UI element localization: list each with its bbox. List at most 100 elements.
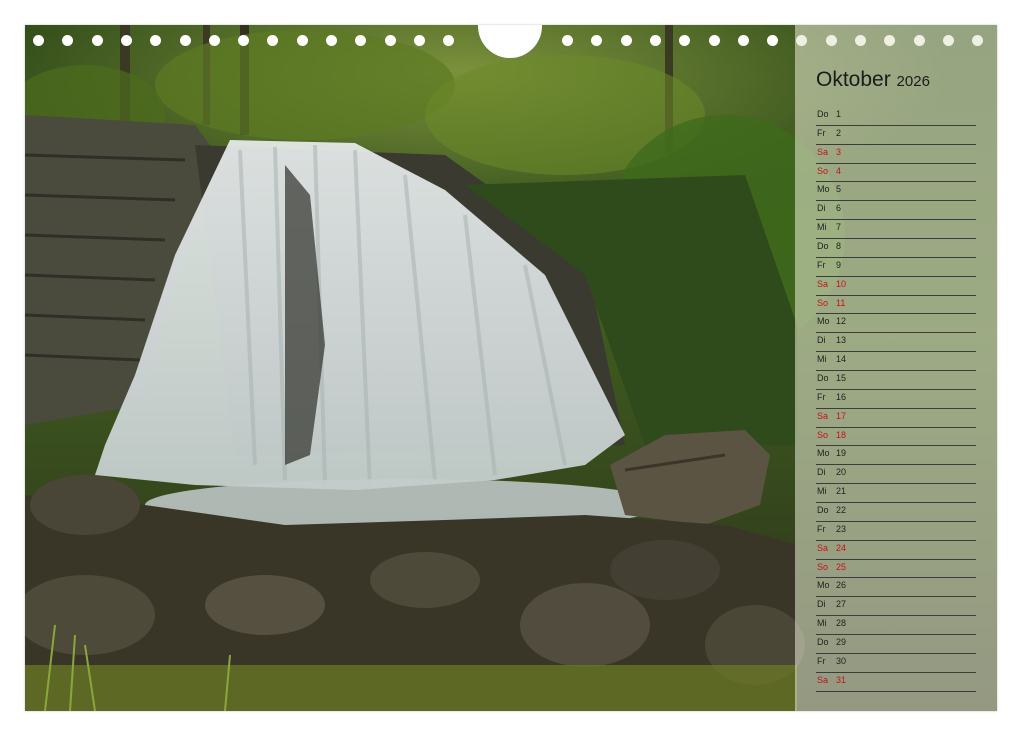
month-name: Oktober: [816, 68, 891, 91]
calendar-page: Oktober 2026 Do 1 Fr 2 Sa 3 So 4 Mo 5 Di 6 Mi 7 Do 8 Fr 9…: [25, 25, 997, 711]
binding-hole: [443, 35, 455, 46]
day-number: 6: [836, 203, 842, 214]
binding-hole: [326, 35, 337, 46]
day-number: 9: [836, 259, 842, 270]
weekday-label: Sa: [817, 674, 829, 685]
day-number: 11: [836, 297, 846, 308]
binding-hole: [384, 35, 396, 46]
day-number: 18: [836, 429, 847, 440]
binding-hole: [62, 35, 74, 46]
binding-hole: [737, 35, 749, 46]
day-number: 21: [836, 486, 847, 497]
weekday-label: Fr: [817, 259, 826, 270]
day-number: 20: [836, 467, 847, 478]
day-number: 1: [836, 109, 842, 119]
day-number: 27: [836, 599, 847, 610]
day-row: Do 22: [816, 503, 976, 522]
weekday-label: So: [817, 561, 829, 572]
binding-hole: [562, 35, 573, 46]
weekday-label: Do: [817, 241, 829, 252]
weekday-label: So: [817, 429, 829, 440]
binding-hole: [620, 35, 632, 46]
weekday-label: Mi: [817, 222, 827, 233]
day-number: 23: [836, 523, 847, 534]
day-number: 14: [836, 354, 847, 365]
day-row: Sa 31: [816, 673, 976, 692]
weekday-label: Sa: [817, 410, 829, 421]
binding-hole: [267, 35, 279, 46]
day-number: 17: [836, 410, 847, 421]
day-row: Do 8: [816, 239, 976, 258]
day-number: 3: [836, 146, 842, 157]
binding-hole: [767, 35, 779, 46]
weekday-label: So: [817, 297, 829, 308]
month-title: Oktober 2026: [816, 68, 930, 92]
day-number: 30: [836, 655, 847, 666]
binding-hole: [649, 35, 661, 46]
day-row: Mo 5: [816, 182, 976, 202]
day-row: Mi 7: [816, 220, 976, 240]
day-number: 2: [836, 127, 842, 138]
weekday-label: Fr: [817, 523, 826, 534]
day-row: Sa 17: [816, 409, 976, 428]
binding-hole: [355, 35, 367, 46]
day-row: Di 27: [816, 597, 976, 617]
binding-hole: [150, 35, 162, 46]
binding-hole: [238, 35, 250, 46]
binding-hole: [120, 35, 132, 46]
day-number: 15: [836, 373, 847, 384]
weekday-label: Mi: [817, 486, 827, 497]
calendar-panel: Oktober 2026 Do 1 Fr 2 Sa 3 So 4 Mo 5 Di 6 Mi 7 Do 8 Fr 9…: [795, 25, 997, 711]
day-row: Sa 10: [816, 277, 976, 296]
day-number: 31: [836, 674, 847, 685]
day-number: 24: [836, 542, 847, 553]
day-row: So 11: [816, 296, 976, 315]
day-number: 13: [836, 335, 847, 346]
weekday-label: Di: [817, 599, 826, 610]
day-row: Mo 26: [816, 578, 976, 598]
binding-hole: [591, 35, 603, 46]
day-row: Fr 2: [816, 126, 976, 145]
day-number: 22: [836, 505, 847, 516]
weekday-label: Mo: [817, 580, 830, 591]
year-label: 2026: [896, 73, 930, 90]
binding-hole: [296, 35, 308, 46]
weekday-label: Do: [817, 505, 829, 516]
day-row: Mo 19: [816, 446, 976, 466]
day-row: Do 29: [816, 635, 976, 654]
day-row: Di 6: [816, 201, 976, 221]
binding-hole: [413, 35, 425, 46]
day-number: 19: [836, 448, 847, 459]
weekday-label: Do: [817, 637, 829, 648]
weekday-label: Fr: [817, 127, 826, 138]
day-number: 10: [836, 278, 847, 289]
day-number: 26: [836, 580, 847, 591]
day-row: Fr 16: [816, 390, 976, 409]
weekday-label: Di: [817, 203, 826, 214]
weekday-label: Mo: [817, 184, 830, 195]
day-row: Mi 28: [816, 616, 976, 636]
day-row: Sa 3: [816, 145, 976, 164]
day-row: Mi 21: [816, 484, 976, 504]
day-row: Di 13: [816, 333, 976, 353]
day-row: So 25: [816, 560, 976, 579]
weekday-label: Mo: [817, 316, 830, 327]
weekday-label: So: [817, 165, 829, 176]
weekday-label: Sa: [817, 278, 829, 289]
weekday-label: Di: [817, 335, 826, 346]
binding-hole: [679, 35, 691, 46]
day-list: Do 1 Fr 2 Sa 3 So 4 Mo 5 Di 6 Mi 7 Do 8 Fr 9 Sa 10 So 11 Mo 12 D…: [816, 107, 976, 692]
weekday-label: Fr: [817, 655, 826, 666]
weekday-label: Do: [817, 373, 829, 384]
weekday-label: Di: [817, 467, 826, 478]
day-number: 7: [836, 222, 842, 233]
binding-hole: [33, 35, 44, 46]
binding-hole: [208, 35, 220, 46]
day-number: 25: [836, 561, 847, 572]
binding-hole: [179, 35, 191, 46]
weekday-label: Sa: [817, 146, 829, 157]
day-row: So 18: [816, 428, 976, 447]
day-row: Fr 30: [816, 654, 976, 673]
weekday-label: Mi: [817, 618, 827, 629]
day-number: 28: [836, 618, 847, 629]
